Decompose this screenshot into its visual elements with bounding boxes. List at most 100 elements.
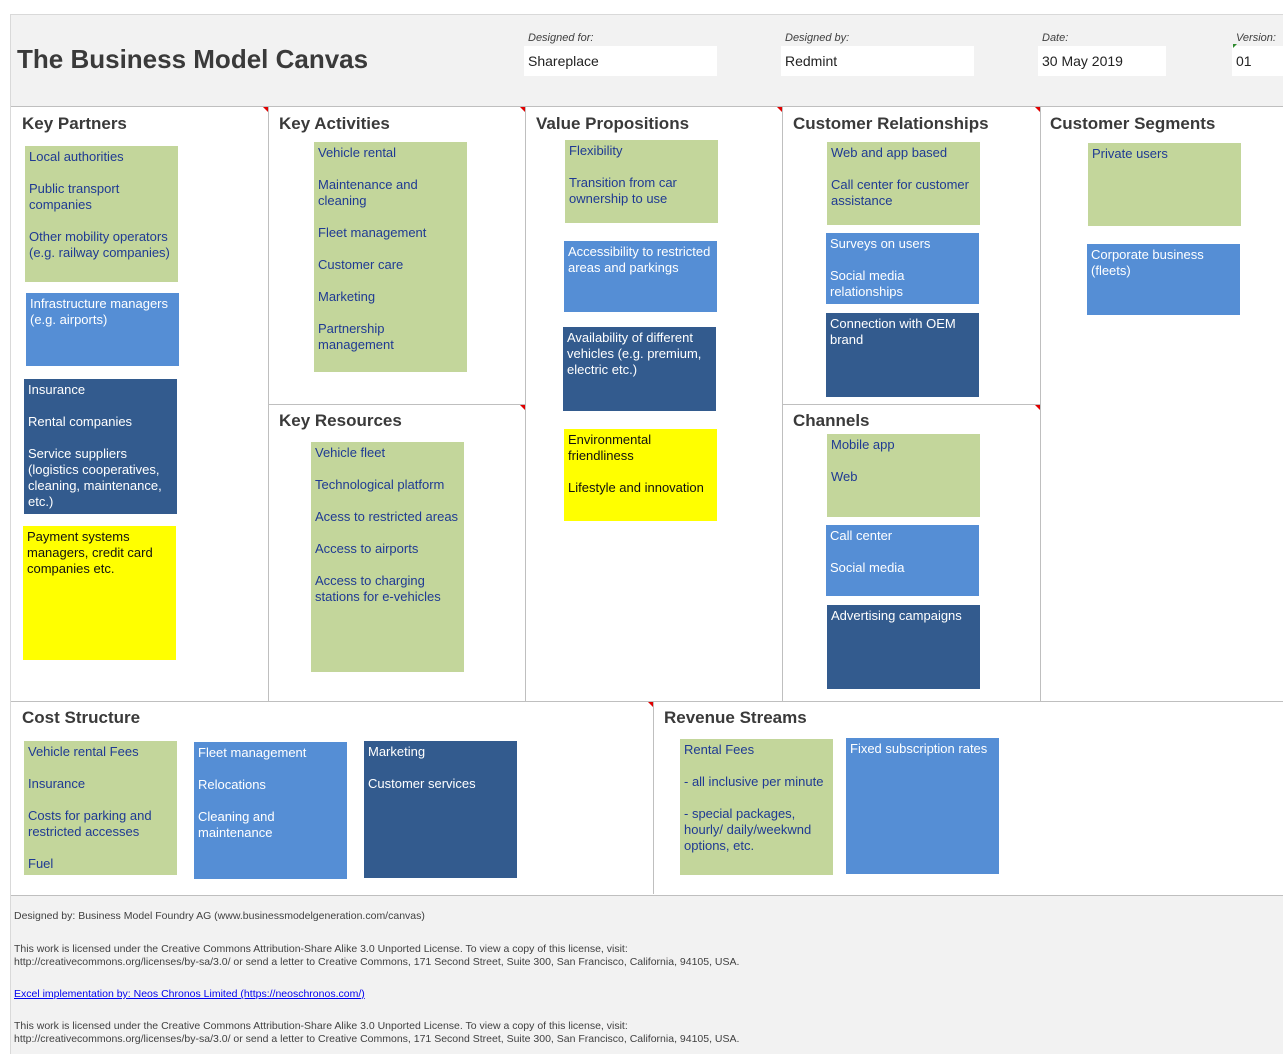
customer-segments-title: Customer Segments bbox=[1050, 114, 1216, 133]
comment-marker-icon bbox=[520, 405, 525, 410]
note-item: Payment systems managers, credit card co… bbox=[27, 529, 153, 576]
note-item: Fuel bbox=[28, 856, 54, 871]
date-field[interactable]: 30 May 2019 bbox=[1038, 46, 1166, 76]
comment-marker-icon bbox=[1035, 107, 1040, 112]
sticky-note[interactable]: Surveys on users Social media relationsh… bbox=[826, 233, 979, 304]
note-item: Fleet management bbox=[318, 225, 427, 240]
note-item: Connection with OEM brand bbox=[830, 316, 956, 347]
note-item: Maintenance and cleaning bbox=[318, 177, 418, 208]
key-activities-title: Key Activities bbox=[279, 114, 390, 133]
note-item: Fleet management bbox=[198, 745, 307, 760]
note-item: Service suppliers (logistics cooperative… bbox=[28, 446, 162, 509]
divider bbox=[11, 701, 1283, 702]
key-resources-title: Key Resources bbox=[279, 411, 402, 430]
note-item: Vehicle rental Fees bbox=[28, 744, 139, 759]
sticky-note[interactable]: Marketing Customer services bbox=[364, 741, 517, 878]
note-item: Vehicle fleet bbox=[315, 445, 386, 460]
revenue-streams-title: Revenue Streams bbox=[664, 708, 807, 727]
excel-implementation-link[interactable]: Excel implementation by: Neos Chronos Li… bbox=[14, 988, 365, 1000]
customer-relationships-title: Customer Relationships bbox=[793, 114, 989, 133]
sticky-note[interactable]: Local authorities Public transport compa… bbox=[25, 146, 178, 282]
sticky-note[interactable]: Fleet management Relocations Cleaning an… bbox=[194, 742, 347, 879]
divider bbox=[268, 404, 525, 405]
sticky-note[interactable]: Corporate business (fleets) bbox=[1087, 244, 1240, 315]
sticky-note[interactable]: Mobile app Web bbox=[827, 434, 980, 517]
sticky-note[interactable]: Advertising campaigns bbox=[827, 605, 980, 689]
note-item: Advertising campaigns bbox=[831, 608, 962, 623]
sticky-note[interactable]: Insurance Rental companies Service suppl… bbox=[24, 379, 177, 514]
channels-title: Channels bbox=[793, 411, 870, 430]
comment-marker-icon bbox=[263, 107, 268, 112]
note-item: Lifestyle and innovation bbox=[568, 480, 704, 495]
note-item: Private users bbox=[1092, 146, 1168, 161]
note-item: Vehicle rental bbox=[318, 145, 397, 160]
note-item: Mobile app bbox=[831, 437, 895, 452]
note-item: Flexibility bbox=[569, 143, 623, 158]
sticky-note[interactable]: Payment systems managers, credit card co… bbox=[23, 526, 176, 660]
divider bbox=[1040, 107, 1041, 701]
designed-for-label: Designed for: bbox=[528, 32, 594, 44]
designed-by-label: Designed by: bbox=[785, 32, 850, 44]
note-item: - all inclusive per minute bbox=[684, 774, 824, 789]
sticky-note[interactable]: Flexibility Transition from car ownershi… bbox=[565, 140, 718, 223]
note-item: Public transport companies bbox=[29, 181, 120, 212]
note-item: Customer care bbox=[318, 257, 404, 272]
note-item: Costs for parking and restricted accesse… bbox=[28, 808, 152, 839]
note-item: Web bbox=[831, 469, 858, 484]
note-item: Customer services bbox=[368, 776, 476, 791]
sticky-note[interactable]: Web and app based Call center for custom… bbox=[827, 142, 980, 225]
sticky-note[interactable]: Connection with OEM brand bbox=[826, 313, 979, 397]
note-item: Infrastructure managers (e.g. airports) bbox=[30, 296, 169, 327]
footer-credit: Designed by: Business Model Foundry AG (… bbox=[14, 910, 425, 922]
note-item: Marketing bbox=[318, 289, 376, 304]
note-item: Access to airports bbox=[315, 541, 419, 556]
note-item: Call center bbox=[830, 528, 893, 543]
comment-marker-icon bbox=[777, 107, 782, 112]
divider bbox=[653, 702, 654, 894]
designed-for-field[interactable]: Shareplace bbox=[524, 46, 717, 76]
note-item: Call center for customer assistance bbox=[831, 177, 969, 208]
sticky-note[interactable]: Call center Social media bbox=[826, 525, 979, 596]
key-partners-title: Key Partners bbox=[22, 114, 127, 133]
note-item: Social media bbox=[830, 560, 905, 575]
note-item: Social media relationships bbox=[830, 268, 905, 299]
cell-marker-icon bbox=[1233, 44, 1237, 48]
note-item: Rental companies bbox=[28, 414, 133, 429]
sticky-note[interactable]: Vehicle rental Fees Insurance Costs for … bbox=[24, 741, 177, 875]
divider bbox=[525, 107, 526, 701]
sticky-note[interactable]: Vehicle fleet Technological platform Ace… bbox=[311, 442, 464, 672]
note-item: Corporate business (fleets) bbox=[1091, 247, 1204, 278]
note-item: Cleaning and maintenance bbox=[198, 809, 275, 840]
note-item: Acess to restricted areas bbox=[315, 509, 459, 524]
sticky-note[interactable]: Environmental friendliness Lifestyle and… bbox=[564, 429, 717, 521]
version-field[interactable]: 01 bbox=[1232, 46, 1283, 76]
note-item: Web and app based bbox=[831, 145, 948, 160]
divider bbox=[782, 404, 1040, 405]
value-propositions-title: Value Propositions bbox=[536, 114, 690, 133]
note-item: Other mobility operators (e.g. railway c… bbox=[29, 229, 170, 260]
note-item: Rental Fees bbox=[684, 742, 755, 757]
sticky-note[interactable]: Rental Fees - all inclusive per minute -… bbox=[680, 739, 833, 875]
note-item: Insurance bbox=[28, 776, 86, 791]
sticky-note[interactable]: Fixed subscription rates bbox=[846, 738, 999, 874]
sticky-note[interactable]: Infrastructure managers (e.g. airports) bbox=[26, 293, 179, 366]
version-label: Version: bbox=[1236, 32, 1276, 44]
note-item: Accessibility to restricted areas and pa… bbox=[568, 244, 711, 275]
sticky-note[interactable]: Private users bbox=[1088, 143, 1241, 226]
note-item: Partnership management bbox=[318, 321, 394, 352]
note-item: Availability of different vehicles (e.g.… bbox=[567, 330, 702, 377]
comment-marker-icon bbox=[520, 107, 525, 112]
designed-by-field[interactable]: Redmint bbox=[781, 46, 974, 76]
sticky-note[interactable]: Vehicle rental Maintenance and cleaning … bbox=[314, 142, 467, 372]
note-item: Environmental friendliness bbox=[568, 432, 652, 463]
footer-license: This work is licensed under the Creative… bbox=[14, 1020, 740, 1045]
date-label: Date: bbox=[1042, 32, 1069, 44]
cost-structure-title: Cost Structure bbox=[22, 708, 141, 727]
note-item: - special packages, hourly/ daily/weekwn… bbox=[684, 806, 812, 853]
sticky-note[interactable]: Accessibility to restricted areas and pa… bbox=[564, 241, 717, 312]
page-title: The Business Model Canvas bbox=[17, 44, 369, 74]
note-item: Access to charging stations for e-vehicl… bbox=[315, 573, 441, 604]
note-item: Fixed subscription rates bbox=[850, 741, 988, 756]
sticky-note[interactable]: Availability of different vehicles (e.g.… bbox=[563, 327, 716, 411]
note-item: Insurance bbox=[28, 382, 86, 397]
